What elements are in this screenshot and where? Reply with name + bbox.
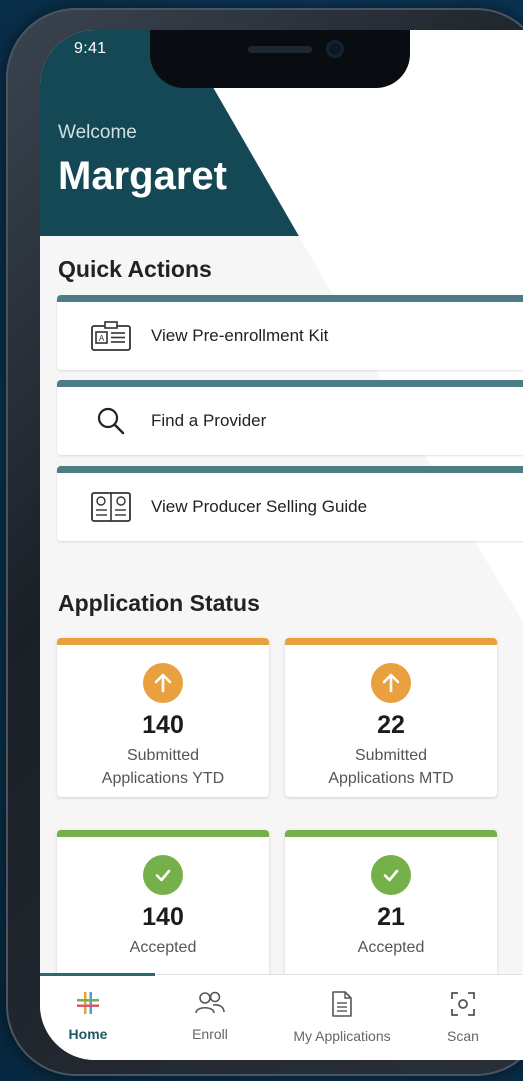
stat-label-line1: Accepted (129, 939, 197, 956)
stat-value: 140 (142, 711, 184, 739)
stat-label: Accepted (285, 936, 497, 959)
quick-actions-title: Quick Actions (58, 256, 212, 282)
stat-card-accepted-mtd[interactable]: 21 Accepted (285, 830, 497, 989)
nav-label: Enroll (192, 1026, 228, 1042)
nav-enroll[interactable]: Enroll (180, 991, 240, 1042)
stat-value: 22 (377, 711, 405, 739)
stat-label-line2: Applications YTD (101, 770, 225, 787)
bottom-nav: Home Enroll My Applications Scan (40, 973, 523, 1060)
status-time: 9:41 (74, 40, 107, 57)
stat-value: 21 (377, 903, 405, 931)
stat-label-line2: Applications MTD (328, 770, 454, 787)
nav-home[interactable]: Home (62, 991, 114, 1042)
arrow-up-icon (371, 663, 411, 703)
stat-card-accepted-ytd[interactable]: 140 Accepted (57, 830, 269, 989)
nav-scan[interactable]: Scan (438, 991, 488, 1044)
guide-book-icon (91, 491, 131, 523)
stat-label-line1: Submitted (354, 747, 428, 764)
home-logo-icon (76, 992, 100, 1018)
check-icon (371, 855, 411, 895)
quick-action-label: View Pre-enrollment Kit (151, 326, 329, 345)
document-icon (331, 991, 353, 1020)
search-icon (91, 405, 131, 437)
scan-icon (450, 992, 476, 1020)
nav-label: My Applications (293, 1028, 391, 1044)
phone-screen: 9:41 Welcome Margaret Quick Actions A Vi… (40, 30, 523, 1060)
stat-label: Accepted (57, 936, 269, 959)
notch (150, 30, 410, 88)
stat-value: 140 (142, 903, 184, 931)
check-icon (143, 855, 183, 895)
stat-label: Submitted Applications YTD (57, 744, 269, 790)
speaker (248, 46, 312, 53)
arrow-up-icon (143, 663, 183, 703)
stat-card-submitted-ytd[interactable]: 140 Submitted Applications YTD (57, 638, 269, 797)
svg-text:A: A (99, 334, 105, 343)
stat-label-line1: Accepted (357, 939, 425, 956)
stat-label: Submitted Applications MTD (285, 744, 497, 790)
stat-label-line1: Submitted (126, 747, 200, 764)
application-status-title: Application Status (58, 590, 260, 616)
quick-action-label: View Producer Selling Guide (151, 497, 368, 516)
people-icon (194, 991, 226, 1018)
quick-action-selling-guide[interactable]: View Producer Selling Guide (57, 466, 523, 541)
nav-label: Scan (447, 1028, 479, 1044)
welcome-label: Welcome (58, 122, 137, 143)
quick-action-find-provider[interactable]: Find a Provider (57, 380, 523, 455)
camera (326, 40, 344, 58)
nav-active-indicator (40, 973, 155, 976)
nav-label: Home (68, 1026, 108, 1042)
stat-card-submitted-mtd[interactable]: 22 Submitted Applications MTD (285, 638, 497, 797)
id-card-icon: A (91, 320, 131, 352)
user-name: Margaret (58, 154, 227, 198)
nav-my-applications[interactable]: My Applications (280, 991, 404, 1044)
quick-action-label: Find a Provider (151, 411, 267, 430)
quick-action-pre-enrollment-kit[interactable]: A View Pre-enrollment Kit (57, 295, 523, 370)
